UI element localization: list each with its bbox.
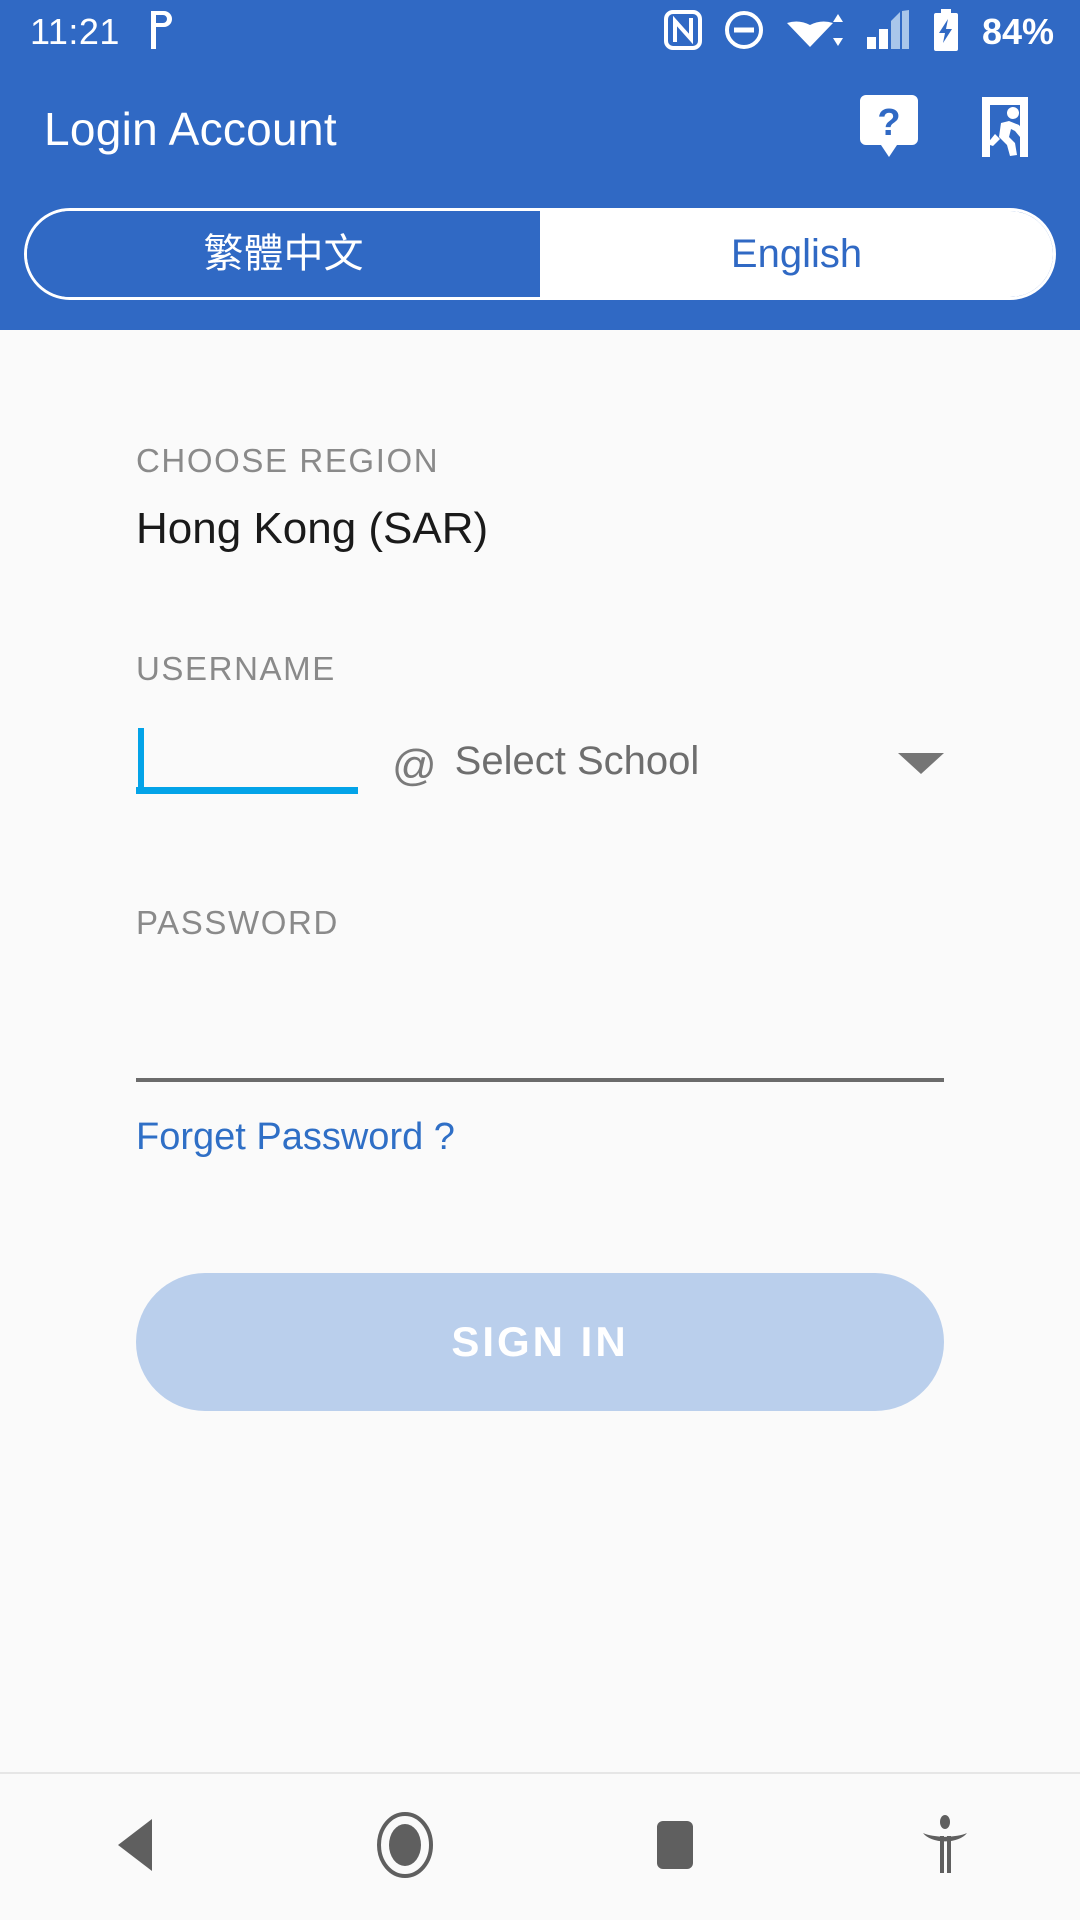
battery-percent-label: 84% xyxy=(981,11,1054,52)
exit-button[interactable] xyxy=(974,96,1036,160)
username-row: @ Select School xyxy=(136,722,944,794)
password-label: PASSWORD xyxy=(136,904,339,941)
language-option-english[interactable]: English xyxy=(540,211,1053,297)
sign-in-button[interactable]: SIGN IN xyxy=(136,1273,944,1411)
nav-recents-button[interactable] xyxy=(540,1774,810,1920)
system-nav-bar xyxy=(0,1772,1080,1920)
svg-text:?: ? xyxy=(877,102,900,144)
status-clock: 11:21 xyxy=(30,11,120,52)
username-block: USERNAME @ Select School xyxy=(136,554,944,794)
page-title: Login Account xyxy=(44,103,337,155)
at-symbol: @ xyxy=(392,741,437,790)
nfc-icon xyxy=(663,9,702,55)
username-input-wrapper xyxy=(136,722,358,794)
power-saver-icon xyxy=(146,10,176,54)
app-bar: Login Account ? xyxy=(0,64,1080,194)
home-icon xyxy=(376,1811,434,1883)
nav-accessibility-button[interactable] xyxy=(810,1774,1080,1920)
language-option-chinese[interactable]: 繁體中文 xyxy=(27,211,540,297)
back-icon xyxy=(110,1817,160,1878)
status-bar-left: 11:21 xyxy=(30,10,176,54)
status-bar: 11:21 84% xyxy=(0,0,1080,64)
forget-password-link[interactable]: Forget Password ? xyxy=(136,1116,455,1159)
phone-screen: 11:21 84% Login Account ? 繁體中文 English C… xyxy=(0,0,1080,1920)
login-form: CHOOSE REGION Hong Kong (SAR) USERNAME @… xyxy=(0,330,1080,1772)
app-bar-actions: ? xyxy=(858,94,1050,160)
cellular-signal-icon xyxy=(866,9,910,55)
nav-home-button[interactable] xyxy=(270,1774,540,1920)
exit-door-icon xyxy=(976,95,1034,164)
do-not-disturb-icon xyxy=(724,10,764,55)
nav-back-button[interactable] xyxy=(0,1774,270,1920)
recents-icon xyxy=(652,1817,698,1878)
battery-charging-icon xyxy=(932,8,960,56)
language-toggle: 繁體中文 English xyxy=(24,208,1056,300)
help-button[interactable]: ? xyxy=(858,94,920,160)
password-input[interactable] xyxy=(136,976,944,1082)
language-toggle-container: 繁體中文 English xyxy=(0,194,1080,330)
region-value[interactable]: Hong Kong (SAR) xyxy=(136,504,944,554)
accessibility-icon xyxy=(919,1814,971,1881)
wifi-icon xyxy=(786,9,844,56)
username-input[interactable] xyxy=(136,722,358,787)
help-tooltip-icon: ? xyxy=(860,94,918,164)
password-block: PASSWORD Forget Password ? xyxy=(136,794,944,1159)
chevron-down-icon[interactable] xyxy=(898,753,944,774)
school-select[interactable]: Select School xyxy=(455,739,700,784)
region-block: CHOOSE REGION Hong Kong (SAR) xyxy=(136,330,944,554)
text-caret xyxy=(138,728,144,790)
username-label: USERNAME xyxy=(136,650,336,687)
region-label: CHOOSE REGION xyxy=(136,442,440,479)
status-bar-right: 84% xyxy=(663,8,1054,56)
